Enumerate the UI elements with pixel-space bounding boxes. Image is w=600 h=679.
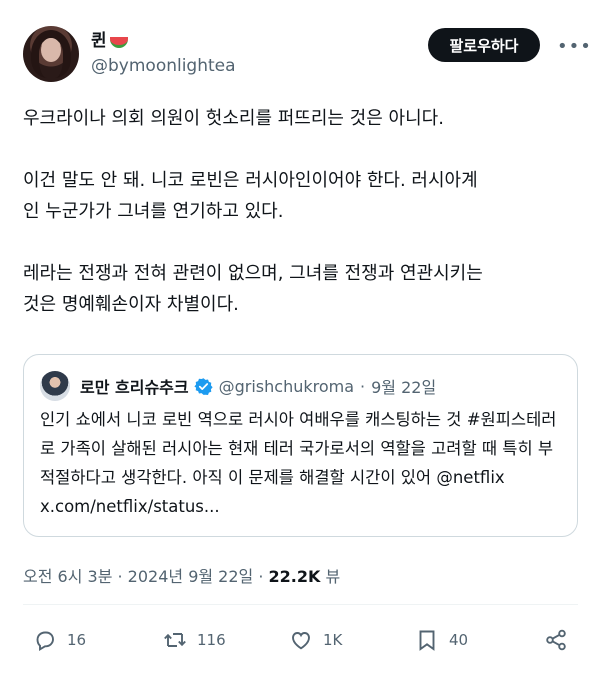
divider	[23, 604, 578, 605]
follow-button[interactable]: 팔로우하다	[428, 28, 540, 62]
quoted-author-handle: @grishchukroma	[218, 376, 355, 396]
author-display-name-row[interactable]: 퀸	[91, 30, 236, 52]
quoted-separator: ·	[360, 376, 366, 396]
bookmark-icon	[419, 630, 435, 651]
quoted-date: 9월 22일	[371, 378, 437, 397]
tweet-header: 퀸 @bymoonlightea 팔로우하다 •••	[23, 26, 591, 86]
quoted-tweet-text: 인기 쇼에서 니코 로빈 역으로 러시아 여배우를 캐스팅하는 것 #원피스테러…	[40, 410, 557, 516]
reply-button[interactable]: 16	[33, 628, 86, 652]
tweet-text: 우크라이나 의회 의원이 헛소리를 퍼뜨리는 것은 아니다. 이건 말도 안 돼…	[23, 108, 483, 315]
quoted-tweet-card[interactable]: 로만 흐리슈추크 @grishchukroma · 9월 22일 인기 쇼에서 …	[23, 354, 578, 537]
share-icon	[546, 629, 566, 651]
quoted-author-name: 로만 흐리슈추크	[80, 378, 189, 397]
tweet-timestamp[interactable]: 오전 6시 3분 · 2024년 9월 22일 ·	[23, 567, 269, 586]
tweet-meta: 오전 6시 3분 · 2024년 9월 22일 · 22.2K 뷰	[23, 563, 340, 587]
more-options-icon[interactable]: •••	[557, 36, 592, 57]
watermelon-icon	[109, 36, 128, 48]
like-count: 1K	[323, 631, 343, 649]
author-display-name[interactable]: 퀸	[91, 30, 107, 52]
quoted-tweet-header: 로만 흐리슈추크 @grishchukroma · 9월 22일	[40, 371, 436, 401]
retweet-count: 116	[197, 631, 226, 649]
retweet-button[interactable]: 116	[163, 628, 226, 652]
quoted-author-avatar	[40, 371, 70, 401]
heart-icon	[292, 632, 310, 650]
bookmark-count: 40	[449, 631, 469, 649]
reply-icon	[36, 631, 54, 651]
share-button[interactable]	[544, 628, 568, 652]
author-handle[interactable]: @bymoonlightea	[91, 55, 236, 77]
avatar-face-shape	[41, 38, 61, 62]
author-avatar[interactable]	[23, 26, 79, 82]
retweet-icon	[164, 633, 186, 647]
views-label: 뷰	[320, 567, 341, 586]
bookmark-button[interactable]: 40	[415, 628, 468, 652]
like-button[interactable]: 1K	[289, 628, 342, 652]
author-info: 퀸 @bymoonlightea	[91, 30, 236, 77]
verified-badge-icon	[194, 377, 213, 395]
reply-count: 16	[67, 631, 87, 649]
views-count: 22.2K	[268, 567, 321, 586]
action-bar: 16 116 1K 40	[23, 628, 578, 658]
